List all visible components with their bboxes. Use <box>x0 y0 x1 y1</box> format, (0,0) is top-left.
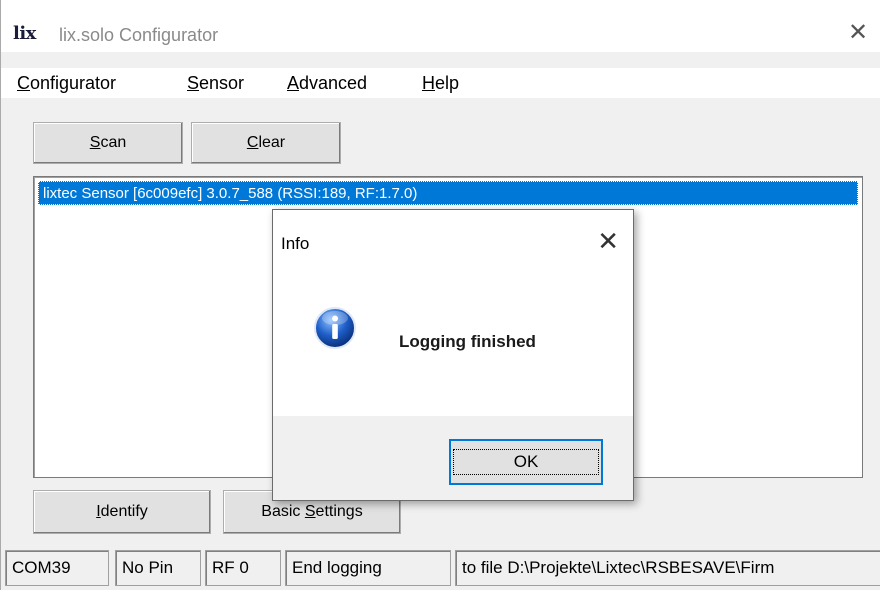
menu-label: onfigurator <box>30 73 117 93</box>
button-label: dentify <box>100 503 148 520</box>
clear-button[interactable]: Clear <box>191 122 341 164</box>
dialog-title: Info <box>281 234 310 253</box>
title-bar: lix lix.solo Configurator ✕ <box>1 0 880 52</box>
menu-label: dvanced <box>299 73 368 93</box>
menu-sensor[interactable]: Sensor <box>187 73 244 94</box>
info-icon <box>314 307 356 349</box>
device-list-item[interactable]: lixtec Sensor [6c009efc] 3.0.7_588 (RSSI… <box>38 181 858 205</box>
menu-label: ensor <box>199 73 245 93</box>
status-port: COM39 <box>5 550 109 586</box>
scan-button[interactable]: Scan <box>33 122 183 164</box>
status-message: to file D:\Projekte\Lixtec\RSBESAVE\Firm <box>455 550 880 586</box>
menu-accel: S <box>187 73 200 93</box>
info-dialog: Info ✕ Logging finished OK <box>272 209 634 501</box>
menu-accel: A <box>287 73 300 93</box>
status-pin: No Pin <box>115 550 201 586</box>
status-action: End logging <box>285 550 451 586</box>
status-bar: COM39 No Pin RF 0 End logging to file D:… <box>1 546 880 590</box>
menu-accel: C <box>17 73 30 93</box>
button-label: ettings <box>315 503 363 520</box>
button-accel: S <box>89 134 101 151</box>
menu-help[interactable]: Help <box>422 73 459 94</box>
window-title: lix.solo Configurator <box>59 25 219 45</box>
window-close-button[interactable]: ✕ <box>835 14 880 50</box>
menu-bar: Configurator Sensor Advanced Help <box>1 68 880 98</box>
app-logo: lix <box>13 23 36 44</box>
ok-button-label: OK <box>452 449 600 475</box>
menu-label: elp <box>435 73 460 93</box>
button-accel: C <box>246 134 259 151</box>
dialog-footer: OK <box>273 416 633 500</box>
button-label: lear <box>258 134 286 151</box>
menu-advanced[interactable]: Advanced <box>287 73 367 94</box>
dialog-message: Logging finished <box>399 332 536 351</box>
status-rf: RF 0 <box>205 550 281 586</box>
button-label-prefix: Basic <box>261 503 305 520</box>
button-label: can <box>100 134 127 151</box>
menu-configurator[interactable]: Configurator <box>17 73 116 94</box>
dialog-close-button[interactable]: ✕ <box>597 226 619 257</box>
menu-accel: H <box>422 73 435 93</box>
button-accel: S <box>304 503 316 520</box>
ok-button[interactable]: OK <box>449 439 603 485</box>
identify-button[interactable]: Identify <box>33 490 211 534</box>
